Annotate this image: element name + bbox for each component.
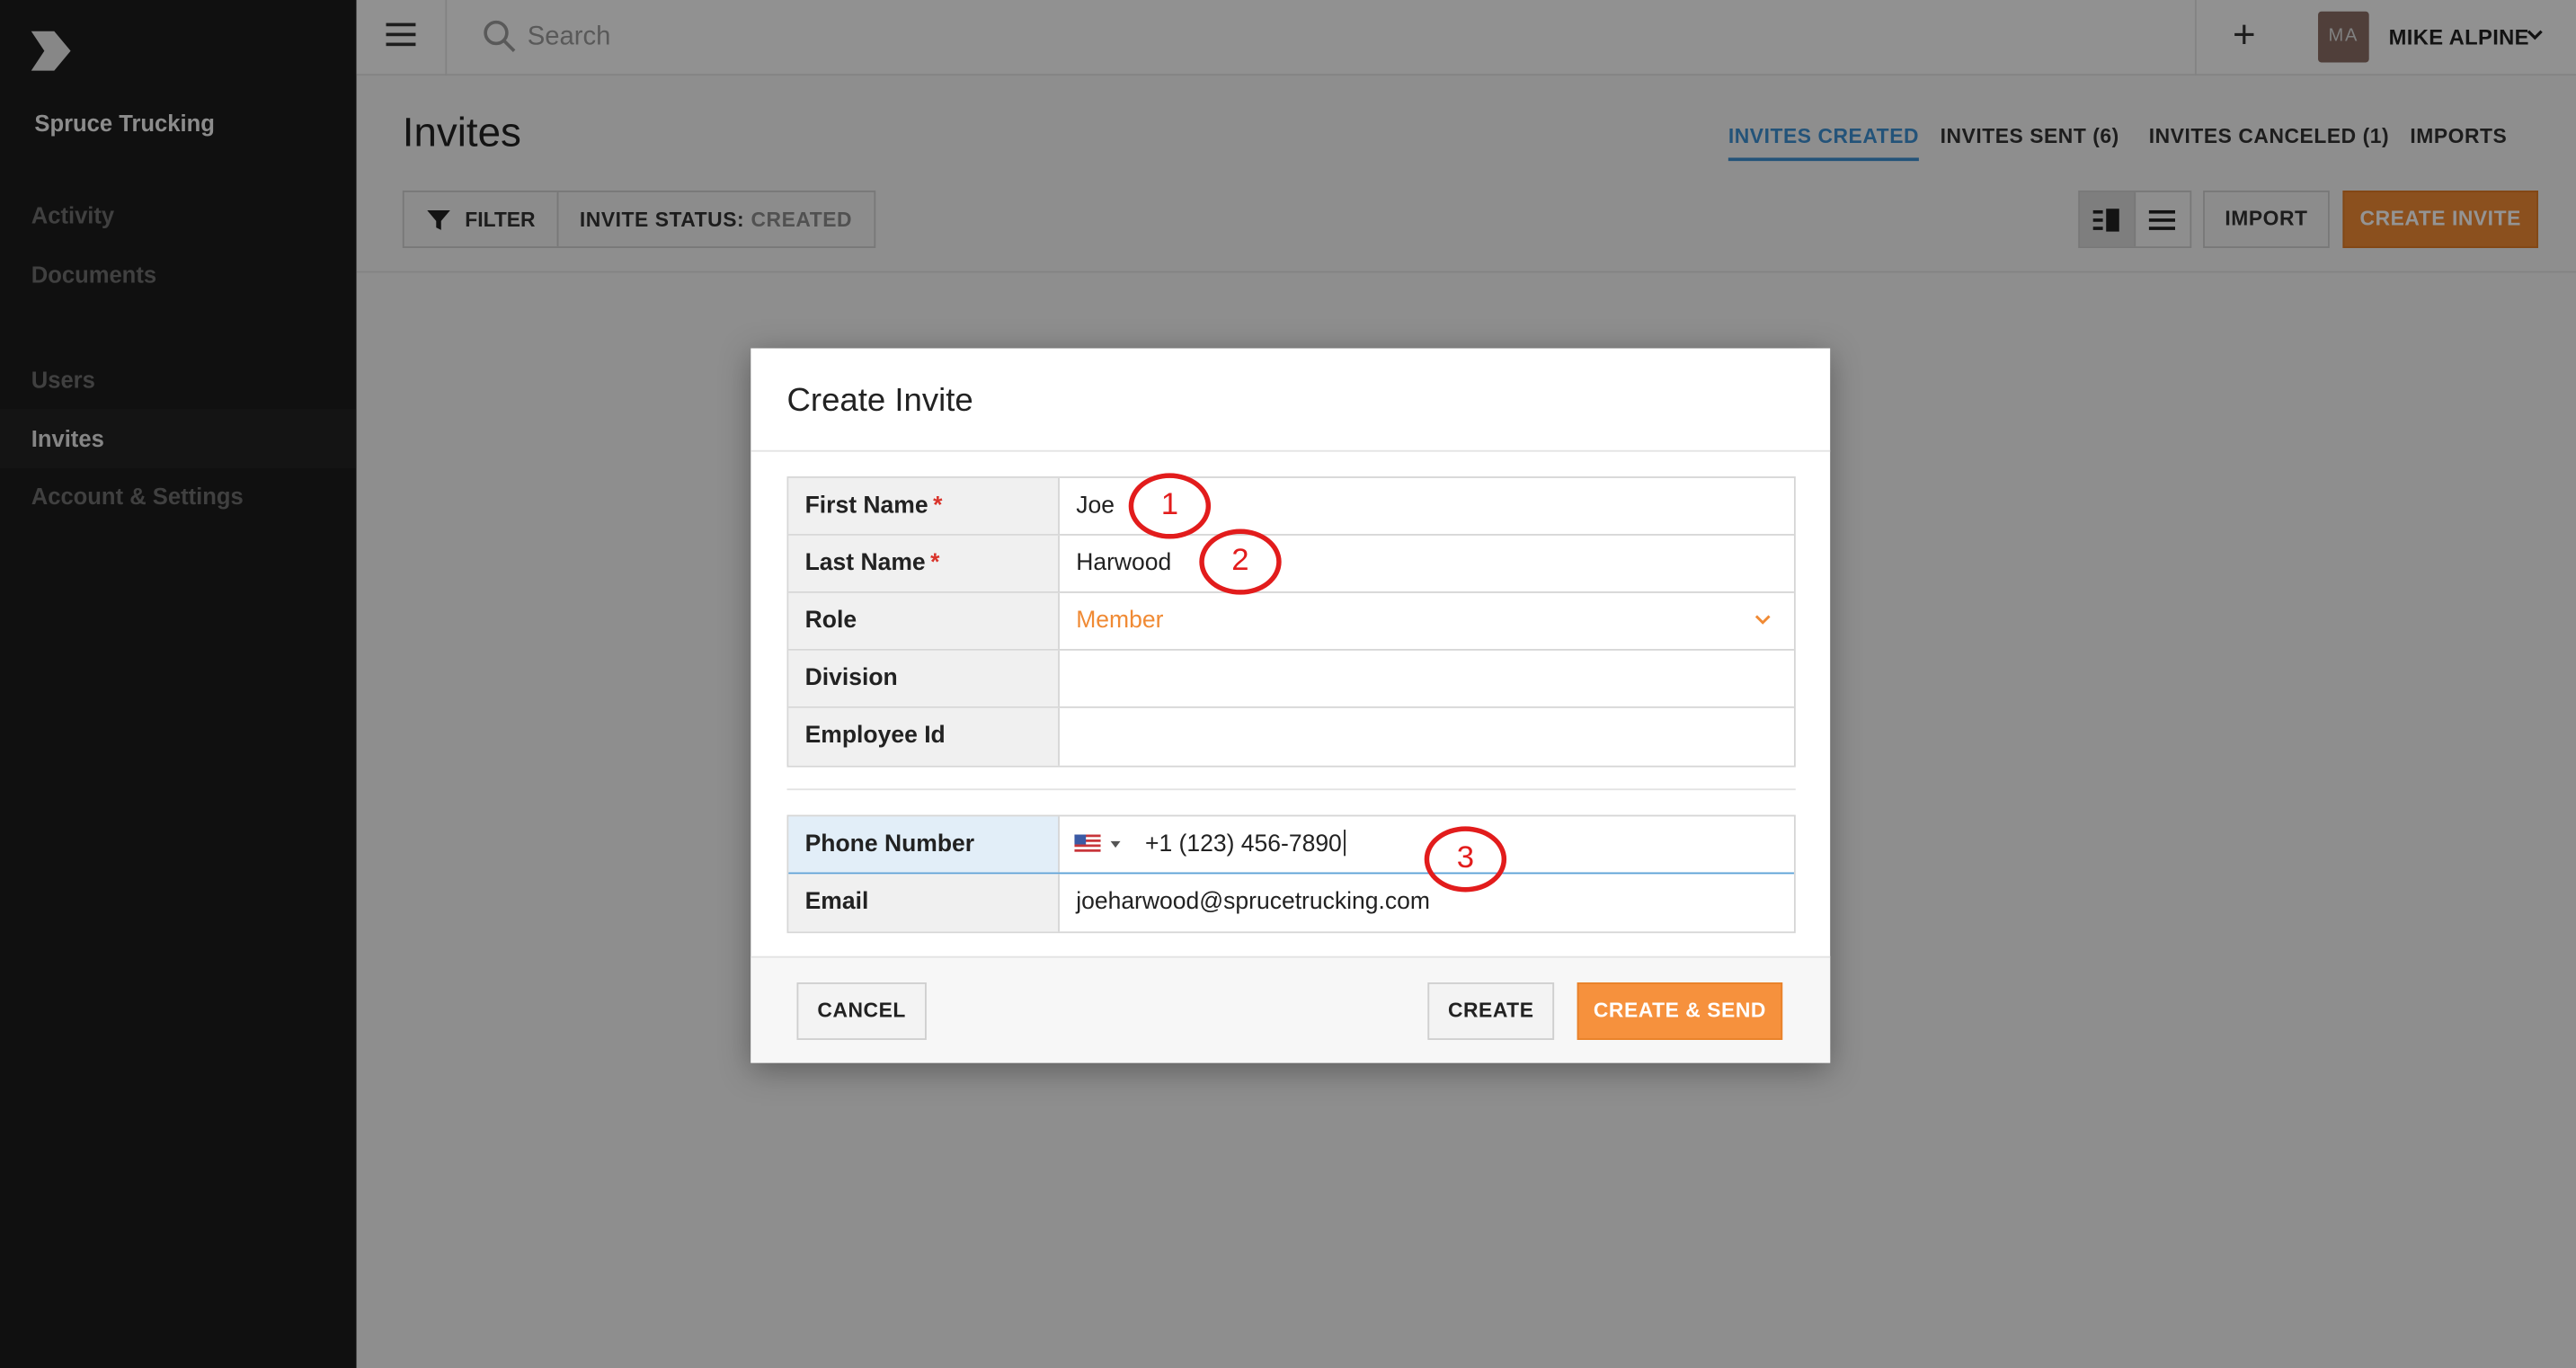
required-marker: * (933, 493, 943, 520)
create-and-send-button[interactable]: CREATE & SEND (1577, 982, 1783, 1040)
us-flag-icon[interactable] (1074, 834, 1101, 853)
division-label: Division (788, 650, 1060, 706)
cancel-button[interactable]: CANCEL (796, 982, 927, 1040)
phone-number-label: Phone Number (788, 816, 1060, 873)
email-row: Email joeharwood@sprucetrucking.com (788, 874, 1794, 932)
divider (751, 449, 1831, 452)
divider (786, 788, 1796, 791)
last-name-label: Last Name * (788, 535, 1060, 592)
employee-id-row: Employee Id (788, 707, 1794, 766)
chevron-down-icon (1754, 615, 1771, 625)
last-name-field[interactable]: Harwood (1060, 536, 1794, 591)
create-invite-modal: Create Invite First Name * Joe Last Name *… (751, 348, 1831, 1063)
required-marker: * (930, 550, 940, 577)
annotation-marker-2: 2 (1199, 529, 1282, 595)
role-select[interactable]: Member (1060, 593, 1794, 649)
role-row: Role Member (788, 592, 1794, 651)
employee-id-field[interactable] (1060, 708, 1794, 766)
email-field[interactable]: joeharwood@sprucetrucking.com (1060, 874, 1794, 931)
division-field[interactable] (1060, 651, 1794, 706)
role-value: Member (1076, 608, 1164, 635)
email-label: Email (788, 874, 1060, 932)
modal-footer: CANCEL CREATE CREATE & SEND (751, 955, 1831, 1063)
division-row: Division (788, 650, 1794, 708)
contact-form: Phone Number +1 (123) 456-7890 Email joe… (786, 814, 1796, 934)
phone-row: Phone Number +1 (123) 456-7890 (788, 816, 1794, 875)
employee-id-label: Employee Id (788, 707, 1060, 766)
first-name-row: First Name * Joe (788, 477, 1794, 536)
modal-title: Create Invite (786, 382, 973, 420)
annotation-marker-3: 3 (1424, 826, 1507, 893)
annotation-marker-1: 1 (1128, 473, 1212, 539)
create-button[interactable]: CREATE (1427, 982, 1555, 1040)
role-label: Role (788, 592, 1060, 649)
first-name-label: First Name * (788, 477, 1060, 535)
phone-number-value: +1 (123) 456-7890 (1145, 816, 1346, 872)
last-name-row: Last Name * Harwood (788, 535, 1794, 593)
invite-details-form: First Name * Joe Last Name * Harwood Role … (786, 476, 1796, 768)
caret-down-icon[interactable] (1110, 840, 1121, 848)
